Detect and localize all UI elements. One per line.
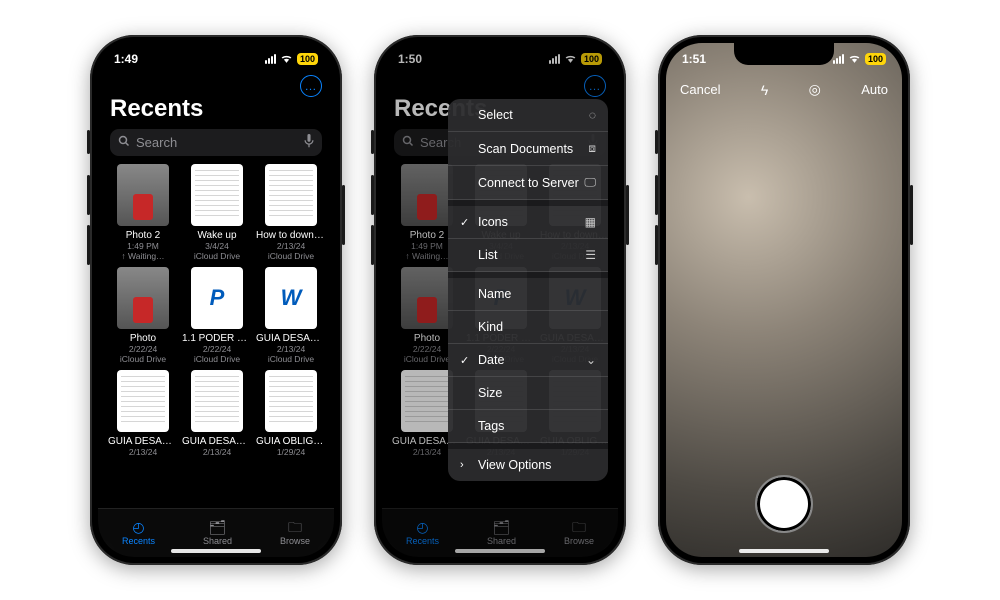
file-meta: 2/13/24 [277,241,305,251]
file-thumbnail: W [265,267,317,329]
menu-view-list[interactable]: List☰ [448,239,608,272]
file-name: GUÍA DESA…TARIO [256,333,326,344]
file-meta: 2/13/24 [203,447,231,457]
notch [450,43,550,65]
notch [734,43,834,65]
file-thumbnail [191,164,243,226]
file-meta: iCloud Drive [194,354,240,364]
more-button[interactable]: … [300,75,322,97]
file-meta: iCloud Drive [194,251,240,261]
camera-toolbar: Cancel ϟ ◎ Auto [666,75,902,104]
file-meta: iCloud Drive [268,354,314,364]
ellipsis-icon: … [305,79,318,93]
check-icon: ✓ [460,354,470,367]
file-name: How to downl…unity [256,230,326,241]
cancel-button[interactable]: Cancel [680,82,720,97]
wifi-icon [280,52,293,66]
shutter-button[interactable] [755,475,813,533]
file-thumbnail [117,164,169,226]
menu-sort-tags[interactable]: Tags [448,410,608,443]
tab-browse[interactable]: 🗀Browse [280,520,310,546]
file-name: GUIA OBLIG…LADA [256,436,326,447]
file-meta: ↑ Waiting… [121,251,164,261]
file-item[interactable]: GUIA DESA…ANTIL2/13/24 [182,370,252,457]
check-icon: ✓ [460,216,470,229]
menu-sort-kind[interactable]: Kind [448,311,608,344]
phone-recents: 1:49 100 … Recents Search [90,35,342,565]
cell-signal-icon [833,54,844,64]
file-thumbnail: P [191,267,243,329]
file-item[interactable]: P 1.1 PODER PUBLI…TE. 22/22/24iCloud Driv… [182,267,252,364]
file-thumbnail [117,267,169,329]
menu-sort-size[interactable]: Size [448,377,608,410]
page-title: Recents [98,95,334,129]
phone-menu: 1:50 100 … Recents Search Photo 21:49 PM… [374,35,626,565]
context-menu: Select◌ Scan Documents⧈ Connect to Serve… [448,99,608,481]
file-thumbnail [265,164,317,226]
menu-scan-documents[interactable]: Scan Documents⧈ [448,132,608,166]
tab-recents[interactable]: ◴Recents [122,520,155,546]
menu-view-options[interactable]: ›View Options [448,449,608,481]
home-indicator[interactable] [739,549,829,553]
search-placeholder: Search [136,135,177,150]
file-item[interactable]: GUÍA DESA…IADO2/13/24 [108,370,178,457]
menu-sort-name[interactable]: Name [448,278,608,311]
clock: 1:51 [682,52,706,66]
menu-view-icons[interactable]: ✓Icons▦ [448,206,608,239]
files-grid: Photo 21:49 PM↑ Waiting…Wake up3/4/24iCl… [98,164,334,507]
file-name: Photo [130,333,156,344]
folder-icon: 🗀 [288,520,302,534]
file-thumbnail [265,370,317,432]
file-meta: 1/29/24 [277,447,305,457]
chevron-right-icon: › [460,459,470,471]
file-item[interactable]: How to downl…unity2/13/24iCloud Drive [256,164,326,261]
tab-shared[interactable]: 🗂Shared [203,520,232,546]
file-thumbnail [191,370,243,432]
file-name: GUIA DESA…ANTIL [182,436,252,447]
phone-scanner: 1:51 100 Cancel ϟ ◎ Auto [658,35,910,565]
clock-icon: ◴ [132,520,144,534]
menu-connect-server[interactable]: Connect to Server🖵 [448,166,608,200]
file-meta: 2/13/24 [129,447,157,457]
file-thumbnail [117,370,169,432]
mic-icon[interactable] [304,134,314,151]
battery-badge: 100 [865,53,886,65]
file-name: Wake up [197,230,236,241]
select-icon: ◌ [589,108,596,122]
wifi-icon [848,52,861,66]
server-icon: 🖵 [584,175,596,190]
clock: 1:49 [114,52,138,66]
file-item[interactable]: Photo2/22/24iCloud Drive [108,267,178,364]
filter-icon[interactable]: ◎ [809,81,821,98]
battery-badge: 100 [297,53,318,65]
cell-signal-icon [265,54,276,64]
grid-icon: ▦ [585,215,596,229]
file-meta: 2/13/24 [277,344,305,354]
file-meta: 2/22/24 [129,344,157,354]
file-meta: 1:49 PM [127,241,159,251]
file-meta: 2/22/24 [203,344,231,354]
chevron-down-icon: ⌄ [586,353,596,367]
scan-icon: ⧈ [588,141,596,156]
file-item[interactable]: W GUÍA DESA…TARIO2/13/24iCloud Drive [256,267,326,364]
file-item[interactable]: GUIA OBLIG…LADA1/29/24 [256,370,326,457]
menu-sort-date[interactable]: ✓Date⌄ [448,344,608,377]
file-meta: iCloud Drive [120,354,166,364]
notch [166,43,266,65]
file-name: 1.1 PODER PUBLI…TE. 2 [182,333,252,344]
search-input[interactable]: Search [110,129,322,156]
search-icon [118,135,130,150]
file-name: Photo 2 [126,230,160,241]
file-meta: iCloud Drive [268,251,314,261]
file-item[interactable]: Photo 21:49 PM↑ Waiting… [108,164,178,261]
list-icon: ☰ [585,248,596,262]
auto-button[interactable]: Auto [861,82,888,97]
folder-shared-icon: 🗂 [209,520,227,534]
menu-select[interactable]: Select◌ [448,99,608,132]
home-indicator[interactable] [171,549,261,553]
file-meta: 3/4/24 [205,241,229,251]
flash-icon[interactable]: ϟ [761,82,768,98]
file-name: GUÍA DESA…IADO [108,436,178,447]
file-item[interactable]: Wake up3/4/24iCloud Drive [182,164,252,261]
